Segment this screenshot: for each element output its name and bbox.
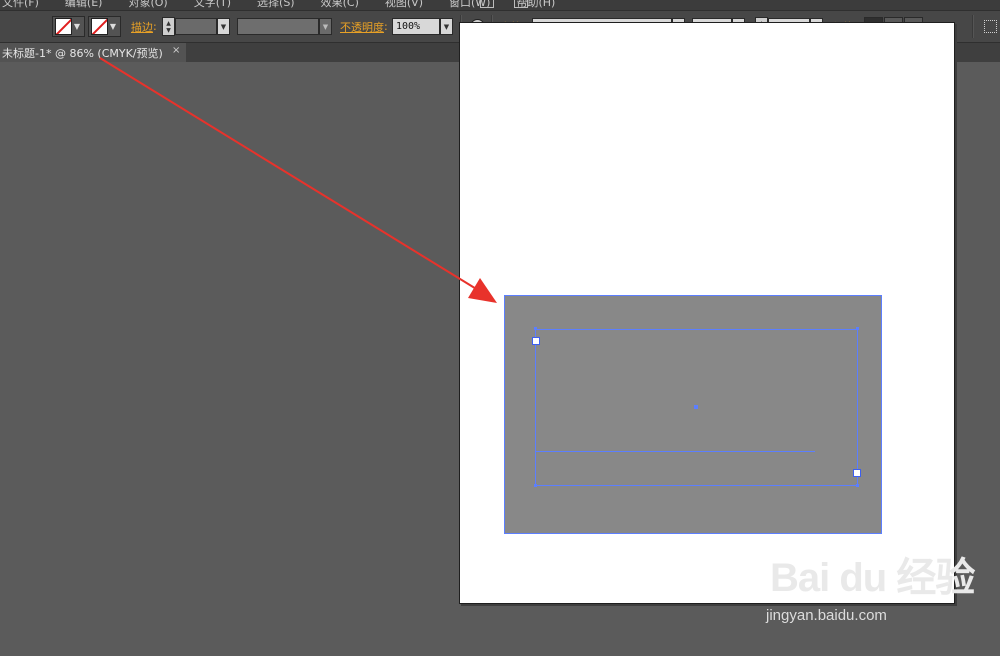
watermark-logo: Bai du 经验 (770, 556, 975, 600)
anchor-point[interactable] (534, 327, 537, 330)
profile-dropdown[interactable]: ▼ (319, 18, 332, 35)
menu-type[interactable]: 文字(T) (194, 0, 231, 10)
anchor-point[interactable] (856, 484, 859, 487)
opacity-field[interactable]: 100% (392, 18, 440, 35)
text-baseline (536, 451, 815, 452)
document-tab-title: 未标题-1* @ 86% (CMYK/预览) (2, 46, 163, 60)
menu-view[interactable]: 视图(V) (385, 0, 423, 10)
fill-swatch[interactable]: ▼ (52, 16, 85, 37)
stroke-weight-field[interactable] (175, 18, 217, 35)
center-point (694, 405, 698, 409)
menu-edit[interactable]: 编辑(E) (65, 0, 103, 10)
out-port-handle[interactable] (853, 469, 861, 477)
watermark: Bai du 经验 jingyan.baidu.com (762, 545, 975, 645)
variable-width-profile[interactable] (237, 18, 319, 35)
close-icon[interactable]: × (172, 45, 180, 56)
opacity-dropdown[interactable]: ▼ (440, 18, 453, 35)
stroke-swatch[interactable]: ▼ (88, 16, 121, 37)
stroke-weight-stepper[interactable]: ▲ ▼ (162, 17, 175, 36)
watermark-url: jingyan.baidu.com (766, 607, 887, 624)
stroke-weight-dropdown[interactable]: ▼ (217, 18, 230, 35)
bridge-icon[interactable] (480, 0, 494, 8)
stroke-label[interactable]: 描边 (131, 19, 153, 35)
document-tab[interactable]: 未标题-1* @ 86% (CMYK/预览) × (0, 43, 186, 62)
in-port-handle[interactable] (532, 337, 540, 345)
chevron-down-icon: ▼ (73, 22, 81, 31)
menu-object[interactable]: 对象(O) (128, 0, 167, 10)
menu-select[interactable]: 选择(S) (257, 0, 295, 10)
select-similar-icon[interactable] (984, 20, 997, 33)
arrange-documents-icon[interactable] (514, 0, 528, 8)
menu-bar: 文件(F) 编辑(E) 对象(O) 文字(T) 选择(S) 效果(C) 视图(V… (0, 0, 1000, 10)
menu-file[interactable]: 文件(F) (2, 0, 39, 10)
opacity-label[interactable]: 不透明度 (340, 19, 384, 35)
menu-effect[interactable]: 效果(C) (321, 0, 359, 10)
none-stroke-icon (91, 18, 108, 35)
anchor-point[interactable] (856, 327, 859, 330)
anchor-point[interactable] (534, 484, 537, 487)
chevron-down-icon: ▼ (109, 22, 117, 31)
none-fill-icon (55, 18, 72, 35)
